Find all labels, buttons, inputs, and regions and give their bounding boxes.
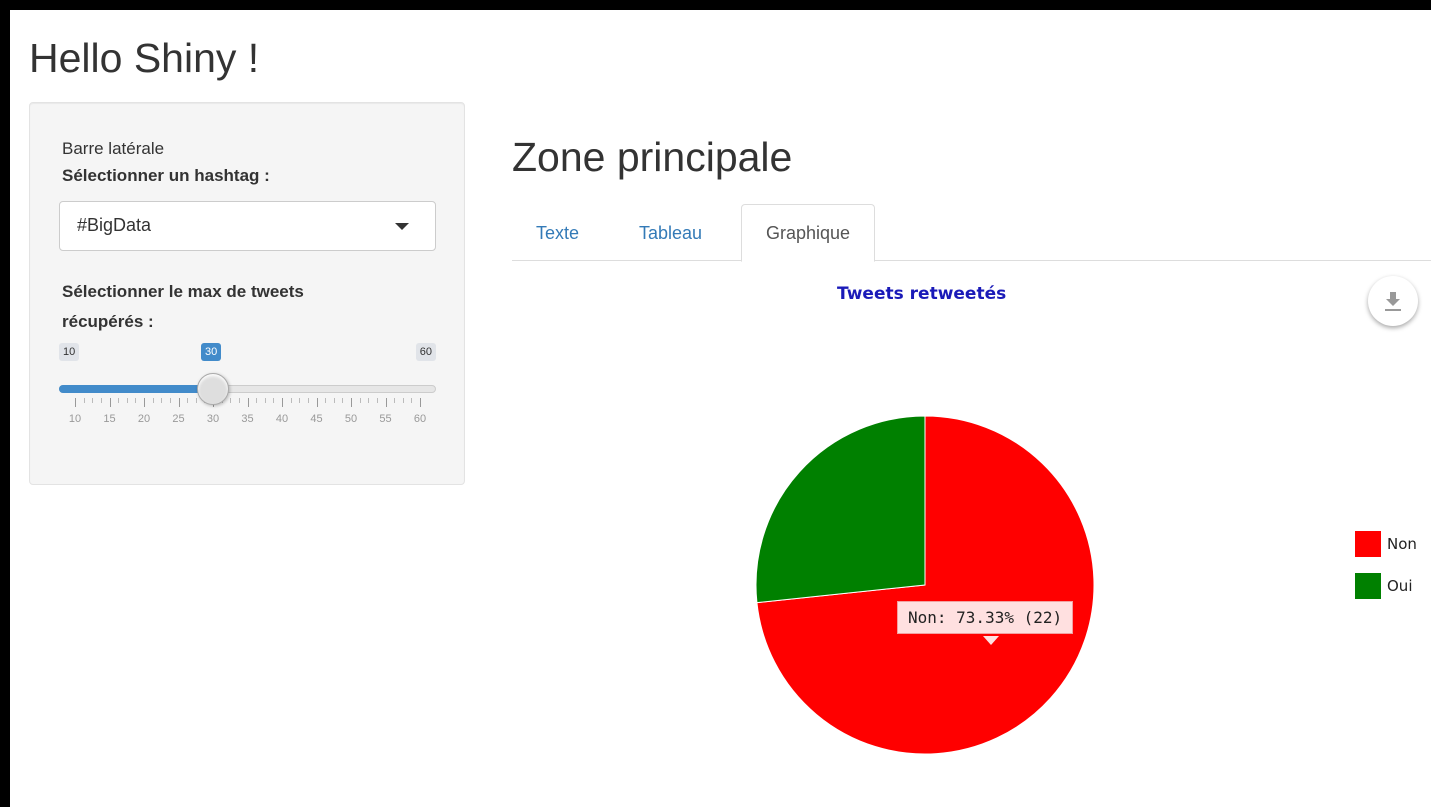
pie-slice-oui[interactable] [755,415,926,604]
tooltip-arrow [983,636,999,645]
legend-swatch-non [1355,531,1381,557]
pie-tooltip: Non: 73.33% (22) [897,601,1074,634]
app-window: Hello Shiny ! Barre latérale Sélectionne… [10,10,1431,807]
legend-label-non: Non [1387,535,1417,553]
pie-chart [755,415,1095,755]
legend-swatch-oui [1355,573,1381,599]
legend-label-oui: Oui [1387,577,1413,595]
